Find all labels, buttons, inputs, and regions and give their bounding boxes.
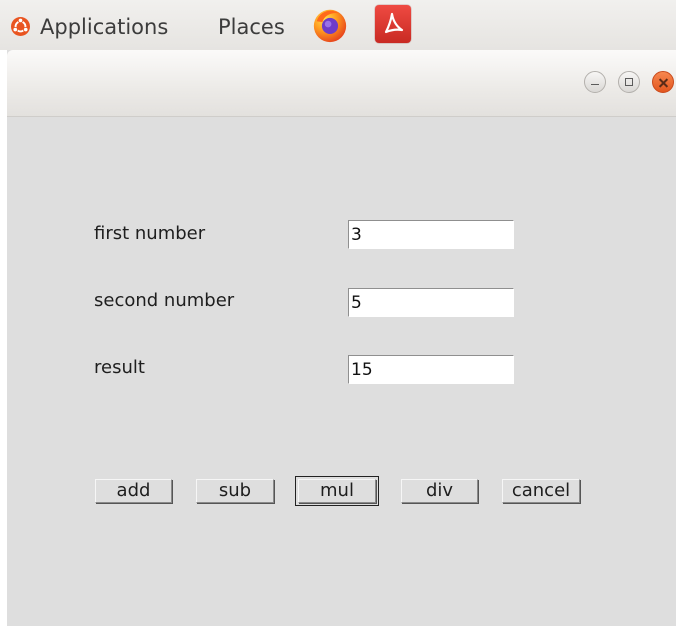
desktop: Applications Places first number 3 secon…	[0, 0, 676, 626]
applications-menu[interactable]: Applications	[40, 0, 168, 50]
div-button[interactable]: div	[401, 479, 478, 503]
ubuntu-logo-icon[interactable]	[11, 17, 30, 36]
second-number-label: second number	[94, 290, 235, 311]
close-window-button[interactable]	[652, 71, 674, 93]
firefox-icon[interactable]	[311, 6, 349, 44]
mul-button[interactable]: mul	[295, 476, 379, 506]
places-menu[interactable]: Places	[218, 0, 285, 50]
result-label: result	[94, 357, 145, 378]
calculator-window: first number second number result add su…	[7, 50, 676, 626]
window-titlebar[interactable]	[7, 50, 676, 117]
minimize-button[interactable]	[584, 71, 606, 93]
pdf-reader-icon[interactable]	[375, 5, 411, 43]
cancel-button[interactable]: cancel	[502, 479, 580, 503]
sub-button[interactable]: sub	[196, 479, 274, 503]
first-number-label: first number	[94, 223, 206, 244]
maximize-button[interactable]	[618, 71, 640, 93]
first-number-input[interactable]	[348, 220, 514, 249]
top-panel: Applications Places	[0, 0, 676, 50]
second-number-input[interactable]	[348, 288, 514, 317]
result-input[interactable]	[348, 355, 514, 384]
add-button[interactable]: add	[95, 479, 172, 503]
